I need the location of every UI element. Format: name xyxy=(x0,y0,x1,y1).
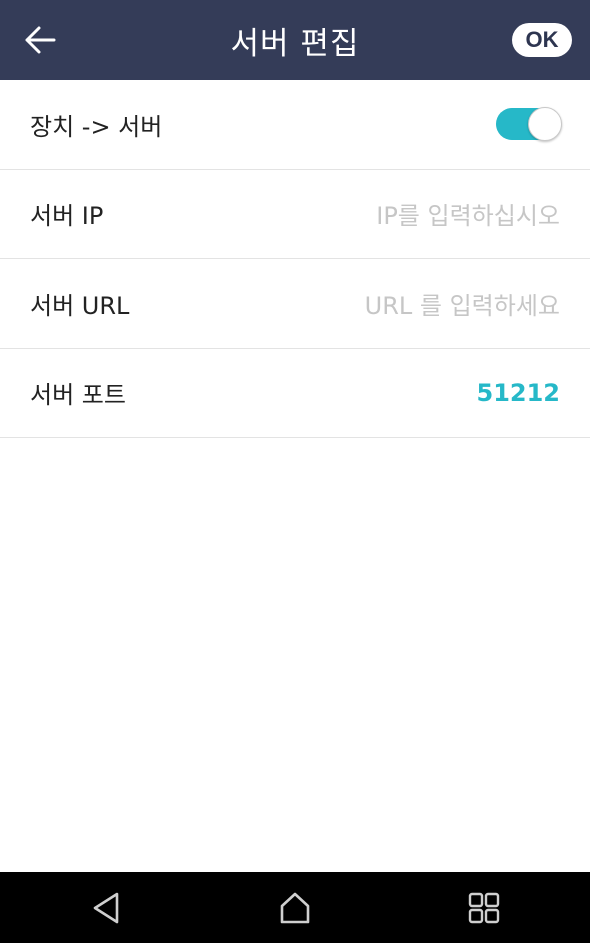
nav-back-button[interactable] xyxy=(81,885,131,931)
server-ip-input[interactable]: IP를 입력하십시오 xyxy=(376,196,560,231)
row-label: 서버 포트 xyxy=(30,381,126,410)
page-title: 서버 편집 xyxy=(230,25,360,62)
list-item-server-url[interactable]: 서버 URL URL 를 입력하세요 xyxy=(0,259,590,349)
system-nav-bar xyxy=(0,872,590,943)
row-label: 서버 IP xyxy=(30,202,104,231)
list-item-server-ip[interactable]: 서버 IP IP를 입력하십시오 xyxy=(0,170,590,259)
server-edit-screen: 서버 편집 OK 장치 -> 서버 서버 IP IP를 입력하십시오 서버 UR… xyxy=(0,0,590,943)
arrow-left-icon xyxy=(25,26,56,54)
list-item-device-to-server[interactable]: 장치 -> 서버 xyxy=(0,80,590,170)
nav-home-button[interactable] xyxy=(270,885,320,931)
back-button[interactable] xyxy=(18,18,62,62)
server-port-value[interactable]: 51212 xyxy=(477,379,561,407)
device-to-server-toggle[interactable] xyxy=(496,107,562,142)
toggle-knob xyxy=(528,107,562,142)
home-icon xyxy=(280,892,310,924)
list-item-server-port[interactable]: 서버 포트 51212 xyxy=(0,349,590,438)
server-url-input[interactable]: URL 를 입력하세요 xyxy=(365,286,560,321)
triangle-back-icon xyxy=(93,892,119,924)
settings-list: 장치 -> 서버 서버 IP IP를 입력하십시오 서버 URL URL 를 입… xyxy=(0,80,590,438)
row-label: 서버 URL xyxy=(30,291,130,320)
app-header: 서버 편집 OK xyxy=(0,0,590,80)
ok-button[interactable]: OK xyxy=(512,23,572,57)
row-label: 장치 -> 서버 xyxy=(30,112,163,141)
nav-recent-button[interactable] xyxy=(459,885,509,931)
grid-icon xyxy=(468,892,500,924)
